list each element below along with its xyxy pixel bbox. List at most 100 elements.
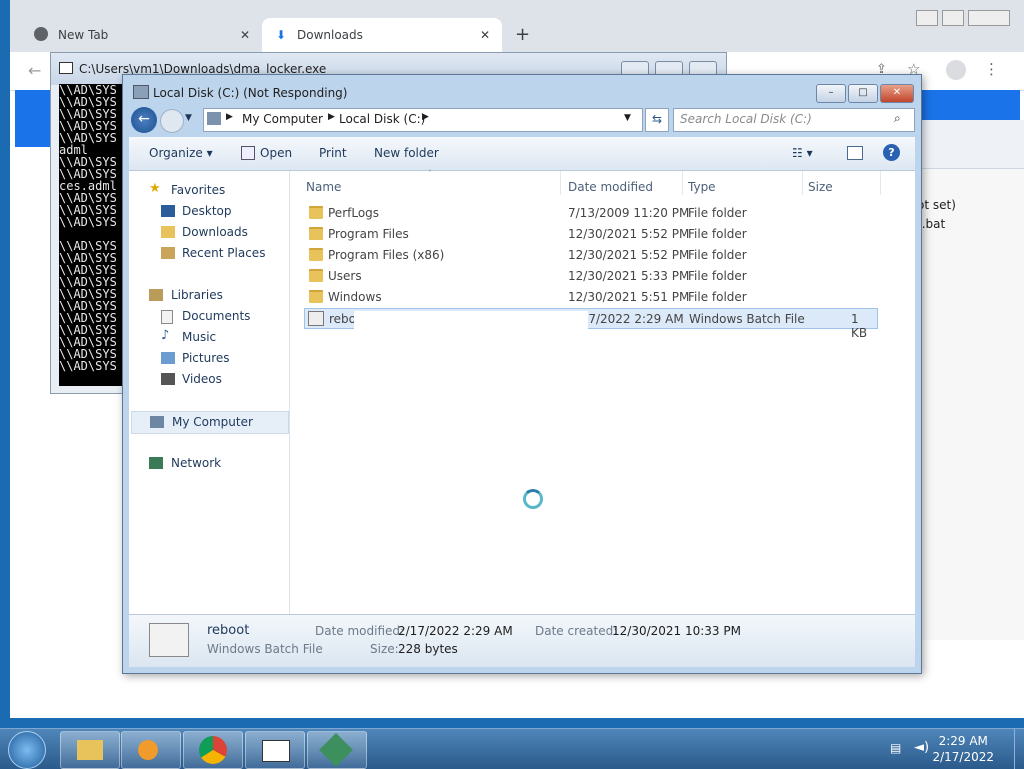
window-title: Local Disk (C:) (Not Responding) [153,86,348,100]
star-icon: ★ [149,181,161,196]
chrome-icon [199,736,227,764]
details-label: Date created: [535,624,618,638]
minimize-button[interactable]: – [816,84,846,103]
tab-downloads[interactable]: ⬇ Downloads ✕ [262,18,502,52]
search-icon[interactable]: ⌕ [894,111,901,126]
taskbar-explorer[interactable] [60,731,120,769]
panel-text: ot set) [917,198,956,212]
column-divider[interactable] [802,171,803,195]
file-type: File folder [688,227,747,241]
table-row[interactable]: PerfLogs 7/13/2009 11:20 PM File folder [304,203,876,222]
file-date: 12/30/2021 5:33 PM [568,269,690,283]
print-button[interactable]: Print [319,146,347,160]
minimize-button[interactable] [916,10,938,26]
console-output: \\AD\SYS \\AD\SYS \\AD\SYS \\AD\SYS \\AD… [59,84,129,386]
back-button[interactable]: ← [131,107,157,133]
file-date: 12/30/2021 5:51 PM [568,290,690,304]
sidebar-item-my-computer[interactable]: My Computer [131,411,289,434]
recent-pages-icon[interactable]: ▼ [185,113,192,123]
column-divider[interactable] [880,171,881,195]
sidebar-item-libraries[interactable]: Libraries [149,288,223,302]
breadcrumb-local-disk[interactable]: Local Disk (C:) [339,112,425,126]
taskbar-installer[interactable] [307,731,367,769]
breadcrumb-my-computer[interactable]: My Computer [242,112,323,126]
taskbar-media-player[interactable] [121,731,181,769]
explorer-window: Local Disk (C:) (Not Responding) – □ ✕ ←… [122,74,922,674]
table-row[interactable]: Windows 12/30/2021 5:51 PM File folder [304,287,876,306]
sidebar-item-pictures[interactable]: Pictures [161,351,230,365]
breadcrumb-separator-icon: ▶ [328,112,335,122]
preview-pane-icon[interactable] [847,146,863,160]
sidebar-item-favorites[interactable]: ★ Favorites [149,181,225,197]
sidebar-item-desktop[interactable]: Desktop [161,204,232,218]
close-icon[interactable]: ✕ [480,28,490,42]
close-button[interactable] [968,10,1010,26]
open-icon [241,146,255,160]
console-icon [262,740,290,762]
maximize-button[interactable]: □ [848,84,878,103]
view-options-icon[interactable]: ☷ ▾ [792,146,813,160]
sidebar-item-label: Downloads [182,225,248,239]
sidebar-item-label: Libraries [171,288,223,302]
network-tray-icon[interactable]: ▤ [890,741,901,755]
column-header-name[interactable]: Name [306,180,341,194]
address-bar[interactable]: ▶ My Computer ▶ Local Disk (C:) ▶ ▼ [203,108,643,132]
command-bar: Organize ▾ Open Print New folder ☷ ▾ ? [129,137,915,171]
column-header-date[interactable]: Date modified [568,180,653,194]
maximize-button[interactable] [942,10,964,26]
sidebar-item-label: Pictures [182,351,230,365]
organize-button[interactable]: Organize ▾ [149,146,213,160]
help-icon[interactable]: ? [883,144,900,161]
refresh-button[interactable]: ⇆ [645,108,669,132]
column-header-size[interactable]: Size [808,180,833,194]
details-label: Date modified: [315,624,405,638]
close-icon[interactable]: ✕ [240,28,250,42]
show-desktop-button[interactable] [1014,729,1024,769]
file-type: File folder [688,206,747,220]
search-box[interactable]: Search Local Disk (C:) ⌕ [673,108,915,132]
file-name: Users [328,269,362,283]
file-list: Name ˄ Date modified Type Size PerfLogs … [290,169,915,614]
sidebar-item-downloads[interactable]: Downloads [161,225,248,239]
column-divider[interactable] [682,171,683,195]
table-row[interactable]: Program Files (x86) 12/30/2021 5:52 PM F… [304,245,876,264]
system-clock[interactable]: 2:29 AM 2/17/2022 [932,733,994,765]
new-folder-button[interactable]: New folder [374,146,439,160]
taskbar-chrome[interactable] [183,731,243,769]
table-row[interactable]: Users 12/30/2021 5:33 PM File folder [304,266,876,285]
more-icon[interactable]: ⋮ [984,60,999,78]
chevron-down-icon[interactable]: ▼ [624,113,631,123]
folder-icon [309,206,323,219]
computer-icon [150,416,164,428]
avatar[interactable] [946,60,966,80]
installer-icon [319,733,353,767]
file-date: 12/30/2021 5:52 PM [568,227,690,241]
folder-icon [309,290,323,303]
file-name: Windows [328,290,382,304]
table-row[interactable]: Program Files 12/30/2021 5:52 PM File fo… [304,224,876,243]
file-type: File folder [688,290,747,304]
folder-icon [77,740,103,760]
sidebar-item-label: Network [171,456,222,470]
file-size: 1 KB [851,312,868,340]
start-button[interactable] [8,731,46,769]
forward-button[interactable] [160,109,184,133]
taskbar-console[interactable] [245,731,305,769]
tab-new-tab[interactable]: New Tab ✕ [22,18,262,52]
column-divider[interactable] [560,171,561,195]
pictures-icon [161,352,175,364]
sidebar-item-videos[interactable]: Videos [161,372,222,386]
open-button[interactable]: Open [260,146,292,160]
sidebar-item-label: My Computer [172,415,253,429]
back-icon[interactable]: ← [28,61,41,80]
sidebar-item-recent-places[interactable]: Recent Places [161,246,265,260]
sidebar-item-network[interactable]: Network [149,456,221,470]
new-tab-button[interactable]: + [515,24,530,45]
column-header-type[interactable]: Type [688,180,716,194]
chrome-tab-bar: New Tab ✕ ⬇ Downloads ✕ + [10,0,1024,52]
busy-spinner-icon [523,489,543,509]
sidebar-item-documents[interactable]: Documents [161,309,250,324]
sidebar-item-music[interactable]: ♪ Music [161,328,216,344]
close-button[interactable]: ✕ [880,84,914,103]
volume-icon[interactable]: ◄) [914,740,929,755]
